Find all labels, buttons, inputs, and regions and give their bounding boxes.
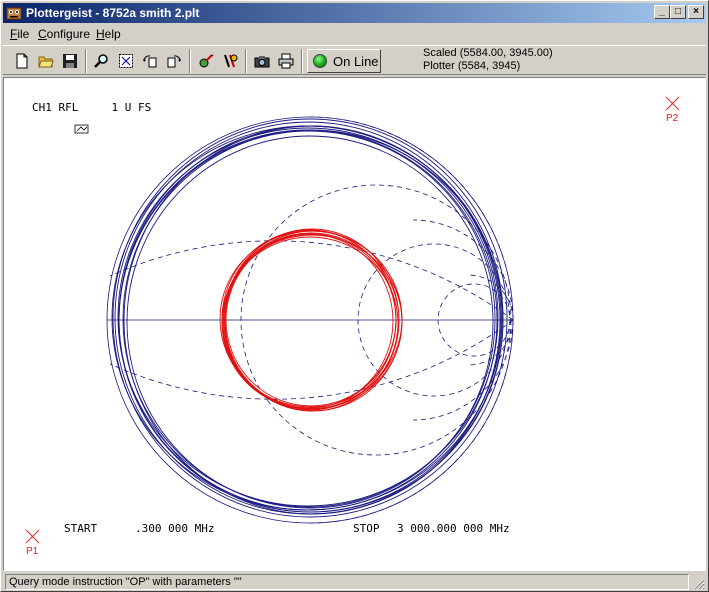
toolbar-separator bbox=[301, 49, 303, 73]
capture-button[interactable] bbox=[251, 50, 273, 72]
rotate-left-icon bbox=[143, 55, 157, 68]
stop-label: STOP bbox=[353, 522, 380, 535]
pen-colors-icon bbox=[224, 54, 238, 68]
new-file-icon bbox=[16, 53, 28, 69]
menu-file[interactable]: File bbox=[10, 27, 29, 41]
main-window: Plottergeist - 8752a smith 2.plt _ □ × F… bbox=[0, 0, 709, 592]
smith-chart-grid bbox=[106, 116, 514, 524]
close-icon: × bbox=[693, 6, 699, 17]
status-bar: Query mode instruction "OP" with paramet… bbox=[3, 573, 706, 591]
pen-settings-button[interactable] bbox=[195, 50, 217, 72]
rotate-right-button[interactable] bbox=[163, 50, 185, 72]
online-toggle[interactable]: On Line bbox=[307, 49, 381, 73]
save-button[interactable] bbox=[59, 50, 81, 72]
menu-help[interactable]: Help bbox=[96, 27, 121, 41]
start-label: START bbox=[64, 522, 97, 535]
toolbar-separator bbox=[189, 49, 191, 73]
p1-label: P1 bbox=[26, 546, 39, 557]
rotate-right-icon bbox=[167, 55, 181, 68]
scaled-coords: Scaled (5584.00, 3945.00) bbox=[423, 47, 553, 59]
camera-icon bbox=[254, 56, 270, 68]
resize-grip-icon[interactable] bbox=[691, 576, 705, 590]
start-value: .300 000 MHz bbox=[135, 522, 214, 535]
menu-bar: File Configure Help bbox=[3, 24, 706, 43]
online-status-icon bbox=[313, 54, 327, 68]
toolbar-separator bbox=[245, 49, 247, 73]
p2-label: P2 bbox=[666, 113, 679, 124]
maximize-icon: □ bbox=[674, 6, 682, 17]
rotate-left-button[interactable] bbox=[139, 50, 161, 72]
pen-colors-button[interactable] bbox=[219, 50, 241, 72]
printer-icon bbox=[278, 53, 294, 69]
toolbar: On Line Scaled (5584.00, 3945.00) Plotte… bbox=[3, 45, 706, 75]
plotter-coords: Plotter (5584, 3945) bbox=[423, 60, 521, 72]
minimize-icon: _ bbox=[659, 6, 665, 17]
magnifier-icon bbox=[94, 54, 108, 68]
p2-cross-icon bbox=[665, 96, 680, 111]
open-folder-icon bbox=[38, 56, 54, 68]
menu-configure[interactable]: Configure bbox=[38, 27, 90, 41]
title-bar[interactable]: Plottergeist - 8752a smith 2.plt _ □ × bbox=[3, 3, 706, 23]
print-button[interactable] bbox=[275, 50, 297, 72]
zoom-button[interactable] bbox=[91, 50, 113, 72]
status-text: Query mode instruction "OP" with paramet… bbox=[5, 574, 689, 590]
plot-drawing: CH1 RFL 1 U FS START .300 000 MHz STOP 3… bbox=[25, 96, 680, 557]
app-icon bbox=[6, 7, 22, 20]
stop-value: 3 000.000 000 MHz bbox=[397, 522, 510, 535]
online-label: On Line bbox=[333, 53, 379, 69]
new-button[interactable] bbox=[11, 50, 33, 72]
plot-canvas[interactable]: CH1 RFL 1 U FS START .300 000 MHz STOP 3… bbox=[3, 77, 706, 571]
toolbar-separator bbox=[85, 49, 87, 73]
zoom-fit-button[interactable] bbox=[115, 50, 137, 72]
p1-cross-icon bbox=[25, 529, 40, 544]
coordinate-readout: Scaled (5584.00, 3945.00) Plotter (5584,… bbox=[423, 47, 553, 73]
trace-marker-icon bbox=[74, 124, 89, 134]
open-button[interactable] bbox=[35, 50, 57, 72]
window-title: Plottergeist - 8752a smith 2.plt bbox=[26, 6, 200, 20]
outer-trace bbox=[111, 118, 508, 518]
zoom-fit-icon bbox=[119, 54, 133, 68]
minimize-button[interactable]: _ bbox=[654, 5, 670, 19]
pen-settings-icon bbox=[199, 54, 214, 68]
maximize-button[interactable]: □ bbox=[670, 5, 686, 19]
channel-header: CH1 RFL 1 U FS bbox=[32, 101, 151, 114]
save-disk-icon bbox=[63, 54, 77, 68]
close-button[interactable]: × bbox=[688, 5, 704, 19]
